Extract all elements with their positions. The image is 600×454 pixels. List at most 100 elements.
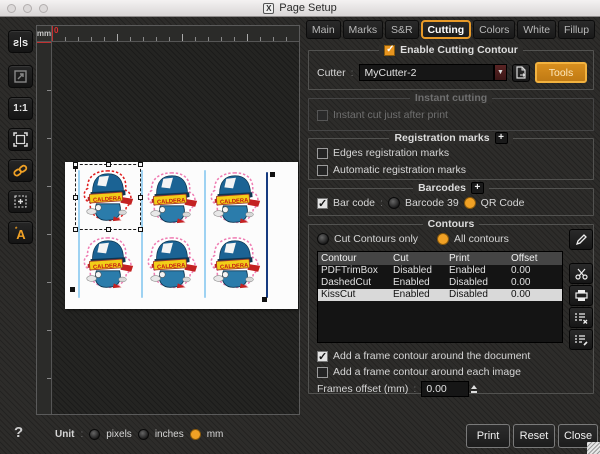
x11-app-icon: X [263,2,275,14]
table-row[interactable]: PDFTrimBox Disabled Enabled 0.00 [318,265,562,277]
selection-handle[interactable] [106,227,111,232]
tools-button[interactable]: Tools [535,62,587,83]
print-contour-button[interactable] [569,285,593,306]
unit-pixels-label: pixels [106,429,132,440]
sticker-image[interactable]: CALDERA [143,234,201,294]
canvas-workspace[interactable]: CALDERA CALDERA CALDERA CALDERA CALDERA … [53,43,299,414]
stepper-down-icon[interactable] [471,391,478,393]
edit-contour-button[interactable] [569,229,593,250]
printer-icon [574,290,588,301]
instant-cutting-header: Instant cutting [409,92,493,104]
actual-size-label: 1:1 [13,103,28,114]
frames-offset-stepper[interactable] [471,385,478,393]
tab-sr[interactable]: S&R [385,20,419,39]
barcode39-label: Barcode 39 [404,197,459,209]
fit-page-icon [13,132,28,147]
open-in-window-icon [14,70,27,83]
tab-cutting[interactable]: Cutting [420,20,472,39]
table-row[interactable]: DashedCut Enabled Disabled 0.00 [318,277,562,289]
minimize-window-icon[interactable] [23,4,32,13]
qrcode-label: QR Code [480,197,525,209]
reset-button[interactable]: Reset [513,424,555,448]
barcodes-header: Barcodes [418,182,466,194]
vertical-ruler [37,42,52,414]
barcodes-expand-button[interactable]: + [470,182,484,194]
automatic-registration-checkbox[interactable] [317,164,328,176]
registration-mark [262,297,267,302]
unit-label: Unit [55,429,75,440]
table-row-selected[interactable]: KissCut Enabled Disabled 0.00 [318,289,562,301]
all-contours-radio[interactable] [437,233,450,245]
cut-contour-button[interactable] [569,263,593,284]
enable-cutting-label: Enable Cutting Contour [400,44,518,56]
unit-pixels-radio[interactable] [89,429,101,440]
enable-cutting-checkbox[interactable] [384,44,396,56]
ruler-origin-label: 0 [54,26,59,35]
selection-handle[interactable] [138,162,143,167]
zoom-window-icon[interactable] [39,4,48,13]
new-document-icon [516,66,526,79]
document-page[interactable]: CALDERA CALDERA CALDERA CALDERA CALDERA … [65,162,298,309]
barcode39-radio[interactable] [387,197,400,209]
list-edit-button[interactable] [569,329,593,350]
ruler-unit-box: mm [37,26,52,42]
registration-marks-group: Registration marks + Edges registration … [308,132,594,180]
frame-image-checkbox[interactable] [317,366,328,378]
sticker-image-selected[interactable]: CALDERA [79,167,137,227]
sticker-image[interactable]: CALDERA [143,169,201,229]
unit-inches-radio[interactable] [137,429,149,440]
window-title: Page Setup [279,2,337,14]
automatic-registration-label: Automatic registration marks [333,164,467,176]
window-controls [7,4,48,13]
cutter-dropdown-arrow[interactable]: ▼ [494,64,507,81]
text-style-icon: * A [15,227,26,240]
text-style-button[interactable]: * A [8,221,33,244]
title-bar: X Page Setup [0,0,600,17]
registration-expand-button[interactable]: + [494,132,508,144]
contours-header: Contours [422,218,480,230]
sticker-image[interactable]: CALDERA [206,234,264,294]
list-remove-button[interactable] [569,307,593,328]
fit-page-button[interactable] [8,128,33,151]
link-button[interactable] [8,159,33,182]
barcode-label: Bar code [333,197,376,209]
qrcode-radio[interactable] [463,197,476,209]
frames-offset-input[interactable] [421,381,470,397]
instant-cut-checkbox [317,109,328,121]
registration-marks-header: Registration marks [394,132,490,144]
all-contours-label: All contours [454,233,509,245]
unit-mm-radio[interactable] [189,429,201,440]
sticker-image[interactable]: CALDERA [206,169,264,229]
barcode-checkbox[interactable] [317,197,328,210]
barcodes-group: Barcodes + Bar code : Barcode 39 QR Code [308,182,594,216]
help-button[interactable]: ? [14,424,23,441]
stepper-up-icon[interactable] [471,385,478,389]
sticker-image[interactable]: CALDERA [79,234,137,294]
tab-colors[interactable]: Colors [473,20,516,39]
print-button[interactable]: Print [466,424,510,448]
horizontal-ruler: 0 [52,26,299,42]
tab-main[interactable]: Main [306,20,341,39]
actual-size-button[interactable]: 1:1 [8,97,33,120]
edges-registration-checkbox[interactable] [317,147,328,159]
cutter-select[interactable]: MyCutter-2 [358,64,494,81]
cut-contours-only-radio[interactable] [317,233,329,245]
instant-cut-label: Instant cut just after print [333,109,448,121]
open-in-window-button[interactable] [8,65,33,88]
mirror-tool-button[interactable]: s s [8,30,33,53]
tab-marks[interactable]: Marks [342,20,384,39]
resize-grip[interactable] [587,442,600,454]
tab-white[interactable]: White [517,20,557,39]
enable-cutting-group: Enable Cutting Contour Cutter : MyCutter… [308,44,594,90]
frame-document-checkbox[interactable] [317,350,328,363]
svg-text:s: s [13,37,19,48]
new-cutter-button[interactable] [512,63,530,82]
contours-table: Contour Cut Print Offset PDFTrimBox Disa… [317,251,563,343]
cut-contours-only-label: Cut Contours only [334,233,419,245]
tab-fillup[interactable]: Fillup [558,20,595,39]
edges-registration-label: Edges registration marks [333,147,450,159]
cut-line-edge [266,172,268,298]
frame-document-label: Add a frame contour around the document [333,350,531,362]
close-window-icon[interactable] [7,4,16,13]
transform-frame-button[interactable] [8,190,33,213]
